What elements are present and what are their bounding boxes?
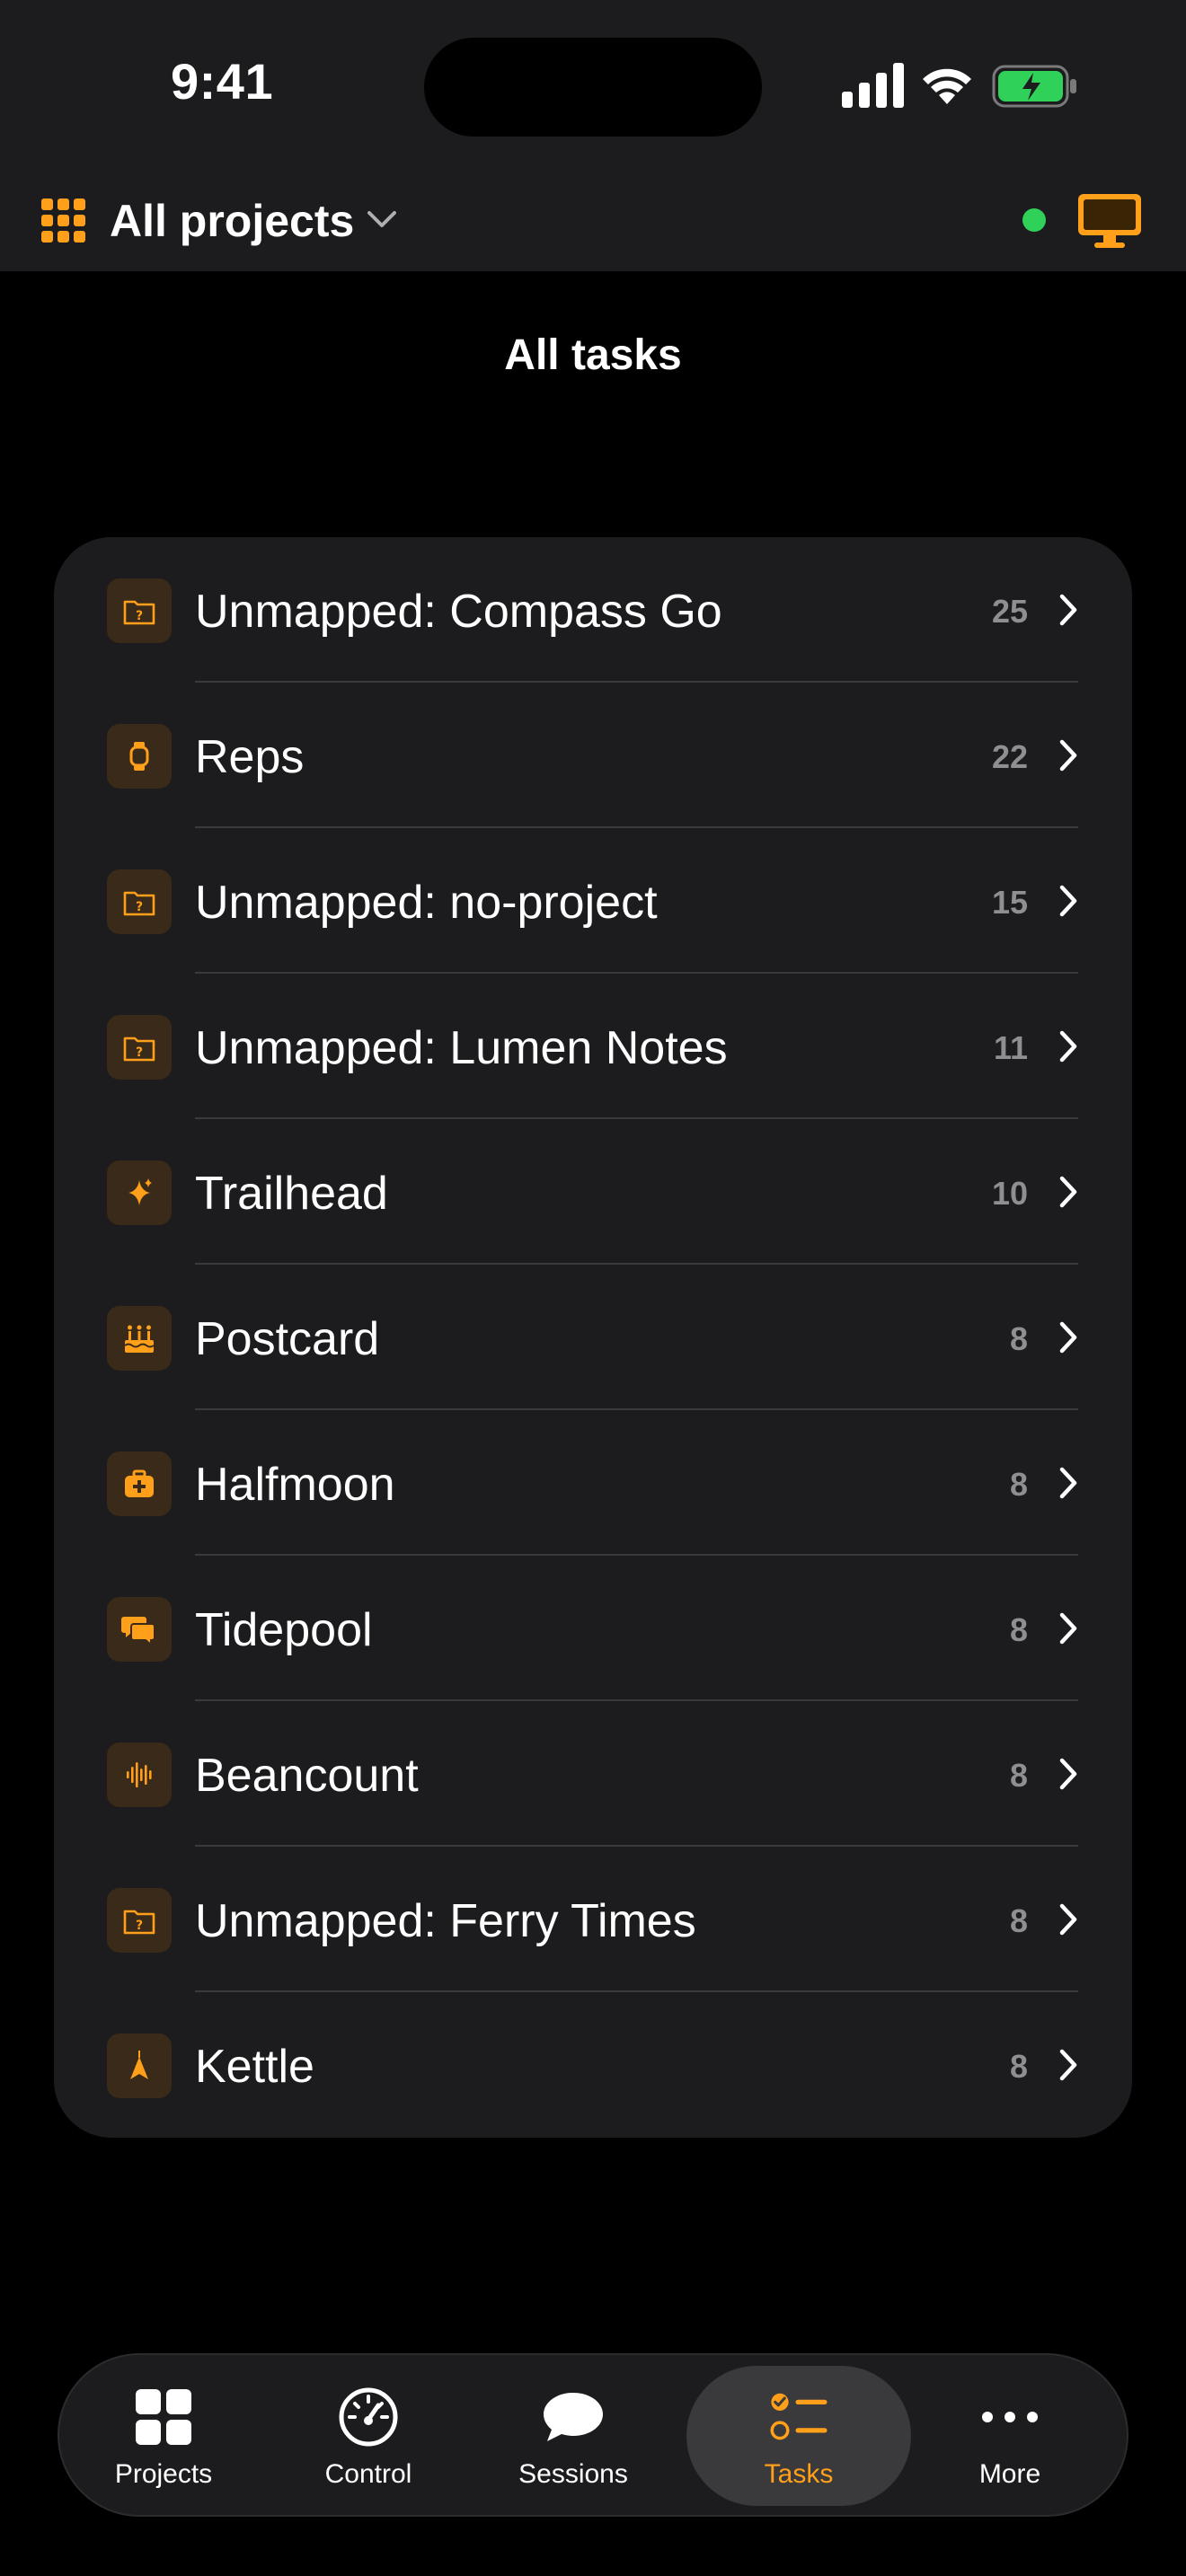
project-list: ? Unmapped: Compass Go 25 Reps 22 ? Unma… (54, 537, 1132, 2138)
project-name: Kettle (195, 2041, 314, 2093)
gauge-icon (339, 2387, 398, 2447)
list-item[interactable]: Kettle 8 (54, 1992, 1132, 2138)
tab-label: Projects (114, 2459, 213, 2489)
list-item[interactable]: Halfmoon 8 (54, 1410, 1132, 1556)
svg-text:?: ? (136, 609, 143, 623)
tab-label: More (978, 2459, 1041, 2489)
chevron-right-icon (1059, 1903, 1077, 1936)
task-count: 22 (991, 738, 1028, 775)
tab-bar: Projects Control Sessions Tasks More (58, 2353, 1128, 2517)
list-item[interactable]: Reps 22 (54, 683, 1132, 828)
project-name: Postcard (195, 1313, 380, 1365)
project-name: Unmapped: Compass Go (195, 586, 722, 638)
project-name: Unmapped: no-project (195, 877, 658, 929)
connection-status-dot (1022, 208, 1046, 232)
chevron-right-icon (1059, 1758, 1077, 1790)
project-name: Tidepool (195, 1604, 373, 1656)
task-count: 11 (993, 1029, 1028, 1066)
task-count: 10 (991, 1175, 1028, 1212)
list-item[interactable]: ? Unmapped: no-project 15 (54, 828, 1132, 974)
chevron-right-icon (1059, 594, 1077, 626)
list-item[interactable]: Postcard 8 (54, 1265, 1132, 1410)
chevron-right-icon (1059, 1321, 1077, 1354)
project-selector[interactable]: All projects (110, 192, 354, 250)
cake-icon (107, 1306, 172, 1371)
cellular-signal-icon (842, 63, 904, 108)
list-item[interactable]: Beancount 8 (54, 1701, 1132, 1847)
tab-projects[interactable]: Projects (61, 2355, 266, 2515)
list-item[interactable]: Tidepool 8 (54, 1556, 1132, 1701)
task-count: 8 (1009, 1902, 1028, 1939)
status-time: 9:41 (171, 53, 274, 110)
list-item[interactable]: ? Unmapped: Lumen Notes 11 (54, 974, 1132, 1119)
chevron-right-icon (1059, 1467, 1077, 1499)
list-item[interactable]: ? Unmapped: Compass Go 25 (54, 537, 1132, 683)
tab-label: Sessions (518, 2459, 628, 2489)
medical-bag-icon (107, 1451, 172, 1516)
chevron-right-icon (1059, 1030, 1077, 1063)
dynamic-island (424, 38, 762, 137)
task-count: 8 (1009, 1611, 1028, 1648)
chevron-right-icon (1059, 1176, 1077, 1208)
question-folder-icon: ? (107, 578, 172, 643)
project-name: Reps (195, 731, 305, 783)
task-count: 8 (1009, 2048, 1028, 2085)
project-name: Trailhead (195, 1168, 388, 1220)
question-folder-icon: ? (107, 1888, 172, 1953)
tab-control[interactable]: Control (266, 2355, 471, 2515)
tab-label: Tasks (764, 2459, 834, 2489)
watch-icon (107, 724, 172, 789)
ellipsis-icon (982, 2412, 1038, 2422)
waveform-icon (107, 1742, 172, 1807)
task-count: 8 (1009, 1320, 1028, 1357)
svg-text:?: ? (136, 1919, 143, 1933)
chevron-down-icon[interactable] (367, 208, 397, 230)
monitor-icon[interactable] (1076, 192, 1143, 250)
task-count: 25 (991, 593, 1028, 630)
sparkle-icon (107, 1160, 172, 1225)
tab-sessions[interactable]: Sessions (471, 2355, 676, 2515)
task-count: 8 (1009, 1466, 1028, 1503)
project-name: Halfmoon (195, 1459, 395, 1511)
list-item[interactable]: ? Unmapped: Ferry Times 8 (54, 1847, 1132, 1992)
task-count: 15 (991, 884, 1028, 921)
status-bar: 9:41 (0, 0, 1186, 171)
question-folder-icon: ? (107, 1015, 172, 1080)
chevron-right-icon (1059, 885, 1077, 917)
app-header: All projects (0, 171, 1186, 271)
project-name: Unmapped: Lumen Notes (195, 1022, 728, 1074)
battery-charging-icon (992, 65, 1076, 108)
chat-bubbles-icon (107, 1597, 172, 1662)
grid-icon (136, 2389, 191, 2445)
svg-text:?: ? (136, 1045, 143, 1060)
tab-label: Control (324, 2459, 412, 2489)
apps-grid-icon[interactable] (41, 198, 86, 243)
project-name: Unmapped: Ferry Times (195, 1895, 696, 1947)
chevron-right-icon (1059, 1612, 1077, 1645)
tab-more[interactable]: More (907, 2355, 1112, 2515)
tab-tasks[interactable]: Tasks (686, 2366, 911, 2506)
question-folder-icon: ? (107, 869, 172, 934)
page-title: All tasks (504, 331, 682, 379)
svg-text:?: ? (136, 900, 143, 914)
cone-icon (107, 2033, 172, 2098)
chat-bubble-icon (544, 2393, 603, 2441)
chevron-right-icon (1059, 739, 1077, 772)
wifi-icon (923, 68, 971, 104)
project-name: Beancount (195, 1750, 419, 1802)
task-count: 8 (1009, 1757, 1028, 1794)
chevron-right-icon (1059, 2049, 1077, 2081)
checklist-icon (770, 2393, 828, 2440)
list-item[interactable]: Trailhead 10 (54, 1119, 1132, 1265)
